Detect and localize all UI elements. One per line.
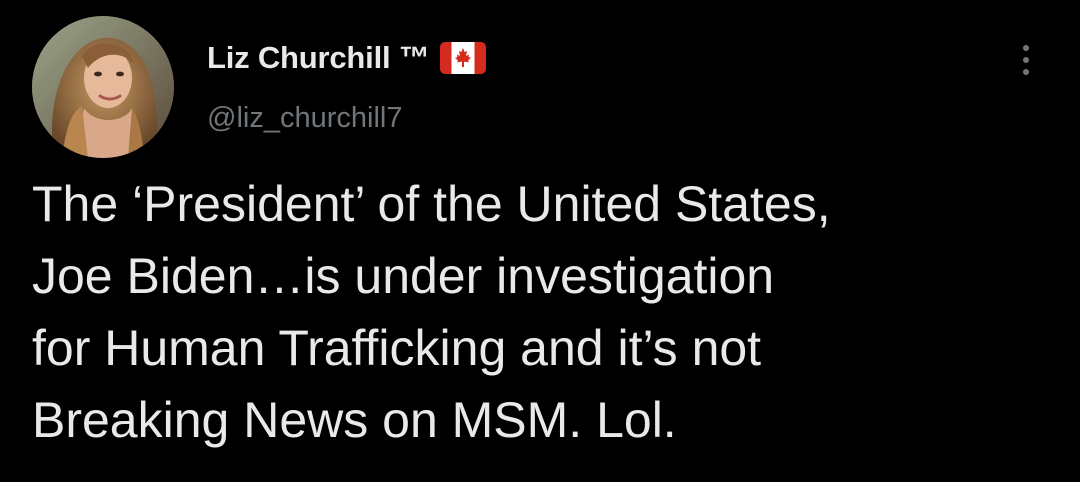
tweet-text: The ‘President’ of the United States, Jo… <box>32 168 1052 456</box>
more-vertical-icon <box>1023 57 1029 63</box>
avatar[interactable] <box>32 16 174 158</box>
tweet-text-line: for Human Trafficking and it’s not <box>32 320 762 376</box>
more-vertical-icon <box>1023 45 1029 51</box>
canada-flag-icon <box>439 42 486 74</box>
more-vertical-icon <box>1023 69 1029 75</box>
tweet-text-line: Joe Biden…is under investigation <box>32 248 775 304</box>
user-handle[interactable]: @liz_churchill7 <box>207 102 402 135</box>
tweet-card: Liz Churchill ™ @liz_churchill7 The ‘Pre… <box>0 0 1080 482</box>
tweet-text-line: The ‘President’ of the United States, <box>32 176 831 232</box>
avatar-image <box>32 16 174 158</box>
display-name[interactable]: Liz Churchill ™ <box>207 40 430 76</box>
author-info: Liz Churchill ™ <box>207 38 486 78</box>
more-options-button[interactable] <box>1008 38 1044 82</box>
tweet-text-line: Breaking News on MSM. Lol. <box>32 392 677 448</box>
